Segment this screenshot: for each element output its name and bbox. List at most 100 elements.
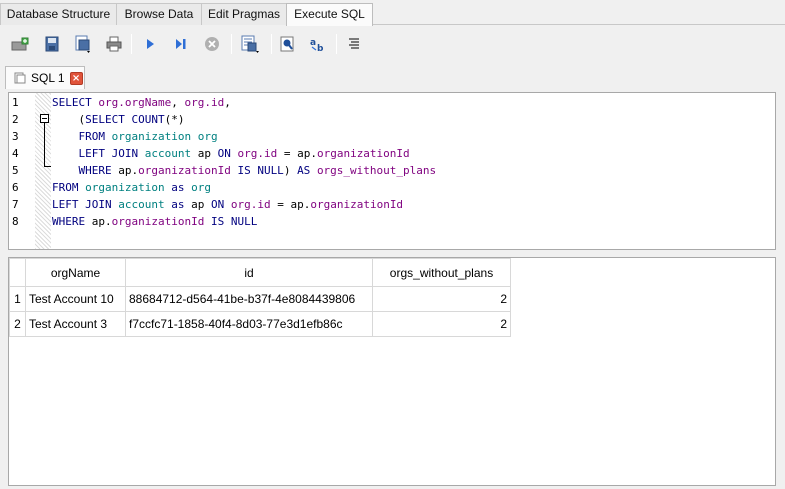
results-table: orgName id orgs_without_plans 1 Test Acc… (9, 258, 511, 337)
tab-database-structure[interactable]: Database Structure (0, 3, 117, 25)
execute-line-icon[interactable] (171, 34, 191, 54)
fold-collapse-icon[interactable] (40, 114, 49, 123)
code-token: IS NULL (204, 215, 258, 228)
code-token: SELECT (52, 96, 99, 109)
code-line: FROM organization as org (52, 179, 211, 196)
code-token: org.orgName (98, 96, 172, 109)
code-token: ap (191, 147, 218, 160)
open-tab-icon[interactable] (10, 34, 30, 54)
svg-text:a: a (310, 38, 316, 48)
code-token: organizationId (310, 198, 404, 211)
line-number: 8 (12, 215, 19, 228)
code-token: organizationId (138, 164, 231, 177)
column-header-orgname[interactable]: orgName (25, 258, 126, 287)
sql-document-icon (14, 72, 26, 84)
code-token: AS (297, 164, 317, 177)
line-number: 6 (12, 181, 19, 194)
tab-browse-data[interactable]: Browse Data (116, 3, 202, 25)
code-token: LEFT JOIN (52, 147, 145, 160)
toolbar-separator (131, 34, 132, 54)
row-header[interactable]: 1 (9, 286, 26, 312)
results-grid[interactable]: orgName id orgs_without_plans 1 Test Acc… (8, 257, 776, 486)
code-token: COUNT (131, 113, 165, 126)
toolbar-separator (231, 34, 232, 54)
code-token: ) (283, 164, 298, 177)
grid-corner[interactable] (9, 258, 26, 287)
stop-icon[interactable] (202, 34, 222, 54)
sql-tab-bar: SQL 1 × (0, 64, 785, 89)
code-token: account (118, 198, 165, 211)
code-token: org (191, 181, 211, 194)
code-line: FROM organization org (52, 128, 218, 145)
tab-execute-sql[interactable]: Execute SQL (286, 3, 373, 26)
close-tab-icon[interactable]: × (69, 71, 83, 85)
line-number: 1 (12, 96, 19, 109)
code-line: (SELECT COUNT(*) (52, 111, 184, 128)
main-tab-bar: Database Structure Browse Data Edit Prag… (0, 3, 785, 26)
cell-orgs-without-plans[interactable]: 2 (372, 286, 511, 312)
find-replace-icon[interactable]: ab (308, 34, 328, 54)
column-header-id[interactable]: id (125, 258, 373, 287)
code-token: org.id (230, 198, 271, 211)
cell-id[interactable]: 88684712-d564-41be-b37f-4e8084439806 (125, 286, 373, 312)
code-token: account (144, 147, 192, 160)
code-token: (*) (164, 113, 185, 126)
cell-orgs-without-plans[interactable]: 2 (372, 311, 511, 337)
sql-tab[interactable]: SQL 1 × (5, 66, 85, 89)
code-token: orgs_without_plans (316, 164, 437, 177)
code-token: = ap. (277, 147, 317, 160)
code-token: ap. (91, 215, 112, 228)
save-sql-file-icon[interactable] (73, 34, 93, 54)
code-line: WHERE ap.organizationId IS NULL (52, 213, 257, 230)
code-token: = ap. (270, 198, 311, 211)
code-token: LEFT JOIN (52, 198, 119, 211)
svg-text:b: b (317, 44, 324, 52)
table-row[interactable]: 2 Test Account 3 f7ccfc71-1858-40f4-8d03… (9, 311, 511, 337)
code-token: org.id (184, 96, 225, 109)
print-icon[interactable] (104, 34, 124, 54)
sql-editor[interactable]: 12345678 SELECT org.orgName, org.id, (SE… (8, 92, 776, 250)
find-icon[interactable] (277, 34, 297, 54)
code-line: SELECT org.orgName, org.id, (52, 94, 231, 111)
cell-orgname[interactable]: Test Account 10 (25, 286, 126, 312)
row-header[interactable]: 2 (9, 311, 26, 337)
code-token: org (197, 130, 218, 143)
code-token: organizationId (111, 215, 205, 228)
code-token: ap (191, 198, 211, 211)
open-sql-file-icon[interactable] (42, 34, 62, 54)
code-token: ( (52, 113, 86, 126)
comment-icon[interactable] (344, 34, 364, 54)
code-token: as (164, 181, 192, 194)
tab-edit-pragmas[interactable]: Edit Pragmas (201, 3, 287, 25)
sql-toolbar: ab (0, 26, 785, 62)
code-line: WHERE ap.organizationId IS NULL) AS orgs… (52, 162, 436, 179)
line-number: 3 (12, 130, 19, 143)
code-token: as (164, 198, 192, 211)
code-token: , (224, 96, 231, 109)
code-token: WHERE (52, 215, 92, 228)
execute-all-icon[interactable] (140, 34, 160, 54)
code-token: SELECT (85, 113, 132, 126)
code-token: FROM (52, 130, 112, 143)
code-token: , (171, 96, 185, 109)
fold-guide (44, 123, 45, 167)
line-number: 2 (12, 113, 19, 126)
line-number: 5 (12, 164, 19, 177)
code-token: org.id (237, 147, 278, 160)
code-token: organization (111, 130, 192, 143)
line-number: 4 (12, 147, 19, 160)
cell-orgname[interactable]: Test Account 3 (25, 311, 126, 337)
save-results-icon[interactable] (240, 34, 260, 54)
code-token: organization (85, 181, 165, 194)
code-token: IS NULL (230, 164, 284, 177)
toolbar-separator (271, 34, 272, 54)
cell-id[interactable]: f7ccfc71-1858-40f4-8d03-77e3d1efb86c (125, 311, 373, 337)
code-token: ON (210, 198, 231, 211)
table-row[interactable]: 1 Test Account 10 88684712-d564-41be-b37… (9, 286, 511, 312)
column-header-orgs-without-plans[interactable]: orgs_without_plans (372, 258, 511, 287)
code-token: ON (217, 147, 238, 160)
sql-tab-label: SQL 1 (31, 71, 65, 85)
code-line: LEFT JOIN account as ap ON org.id = ap.o… (52, 196, 403, 213)
toolbar-separator (336, 34, 337, 54)
